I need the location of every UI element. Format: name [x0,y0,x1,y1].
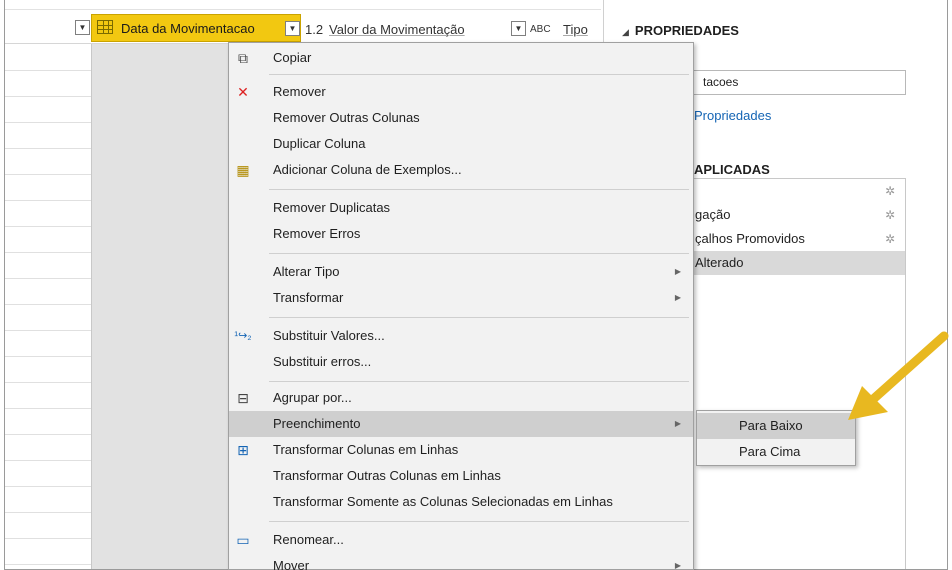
value-column-dropdown-button[interactable]: ▼ [511,21,526,36]
value-column-title[interactable]: Valor da Movimentação [329,22,465,37]
selected-column-title[interactable]: Data da Movimentacao [121,21,255,36]
applied-steps-title: APLICADAS [694,162,770,177]
menu-item-agrupar-por[interactable]: ⊟ Agrupar por... [229,385,693,411]
row-line [5,512,91,513]
row-line [5,122,91,123]
menu-item-alterar-tipo[interactable]: Alterar Tipo ▶ [229,259,693,285]
row-line [5,564,91,565]
group-icon: ⊟ [237,390,249,406]
collapse-triangle-icon[interactable]: ◢ [622,27,629,37]
replace-icon: ¹↪₂ [234,330,252,342]
menu-item-remover-erros[interactable]: Remover Erros [229,221,693,247]
menu-item-renomear[interactable]: ▭ Renomear... [229,527,693,553]
menu-item-remover-duplicatas[interactable]: Remover Duplicatas [229,195,693,221]
menu-separator [269,521,689,522]
menu-item-remover-outras-colunas[interactable]: Remover Outras Colunas [229,105,693,131]
menu-item-substituir-valores[interactable]: ¹↪₂ Substituir Valores... [229,323,693,349]
row-line [5,96,91,97]
column-dropdown-button[interactable]: ▼ [75,20,90,35]
row-line [5,486,91,487]
menu-separator [269,189,689,190]
date-type-icon[interactable] [97,20,113,34]
properties-header[interactable]: ◢ PROPRIEDADES [622,23,739,38]
header-top-strip [5,0,601,10]
menu-item-transformar-colunas-linhas[interactable]: ⊞ Transformar Colunas em Linhas [229,437,693,463]
row-line [5,356,91,357]
menu-separator [269,317,689,318]
row-line [5,252,91,253]
menu-item-copiar[interactable]: ⧉ Copiar [229,45,693,71]
row-line [5,382,91,383]
selected-column-cells[interactable] [91,44,233,569]
add-example-icon: ▦ [236,162,250,178]
menu-separator [269,381,689,382]
copy-icon: ⧉ [238,50,248,66]
type-column-title[interactable]: Tipo [563,22,588,37]
menu-item-transformar-outras-colunas[interactable]: Transformar Outras Colunas em Linhas [229,463,693,489]
all-properties-link[interactable]: Propriedades [694,108,771,123]
row-line [5,226,91,227]
row-line [5,434,91,435]
menu-item-mover[interactable]: Mover ▶ [229,553,693,570]
text-type-icon[interactable]: ABC [530,24,551,35]
fill-submenu: Para Baixo Para Cima [696,410,856,466]
row-line [5,460,91,461]
row-line [5,70,91,71]
menu-item-adicionar-coluna-exemplos[interactable]: ▦ Adicionar Coluna de Exemplos... [229,157,693,183]
row-line [5,304,91,305]
row-line [5,148,91,149]
gear-icon[interactable]: ✲ [885,203,895,227]
selected-column-dropdown-button[interactable]: ▼ [285,21,300,36]
menu-separator [269,74,689,75]
submenu-item-para-cima[interactable]: Para Cima [697,439,855,465]
menu-item-transformar-selecionadas[interactable]: Transformar Somente as Colunas Seleciona… [229,489,693,515]
menu-item-preenchimento[interactable]: Preenchimento ▶ [229,411,693,437]
submenu-arrow-icon: ▶ [674,561,681,570]
row-line [5,538,91,539]
submenu-item-para-baixo[interactable]: Para Baixo [697,413,855,439]
unpivot-icon: ⊞ [237,442,249,458]
menu-separator [269,253,689,254]
menu-item-duplicar-coluna[interactable]: Duplicar Coluna [229,131,693,157]
menu-item-remover[interactable]: ✕ Remover [229,79,693,105]
decimal-type-icon[interactable]: 1.2 [305,22,323,37]
row-line [5,200,91,201]
gear-icon[interactable]: ✲ [885,179,895,203]
rename-icon: ▭ [236,532,250,548]
menu-item-substituir-erros[interactable]: Substituir erros... [229,349,693,375]
row-line [5,278,91,279]
row-line [5,174,91,175]
submenu-arrow-icon: ▶ [674,267,681,276]
annotation-arrow-icon [848,331,949,420]
menu-item-transformar[interactable]: Transformar ▶ [229,285,693,311]
submenu-arrow-icon: ▶ [674,293,681,302]
row-line [5,330,91,331]
column-context-menu: ⧉ Copiar ✕ Remover Remover Outras Colunas … [228,42,694,570]
row-line [5,408,91,409]
remove-icon: ✕ [237,84,249,100]
gear-icon[interactable]: ✲ [885,227,895,251]
submenu-arrow-icon: ▶ [674,419,681,428]
